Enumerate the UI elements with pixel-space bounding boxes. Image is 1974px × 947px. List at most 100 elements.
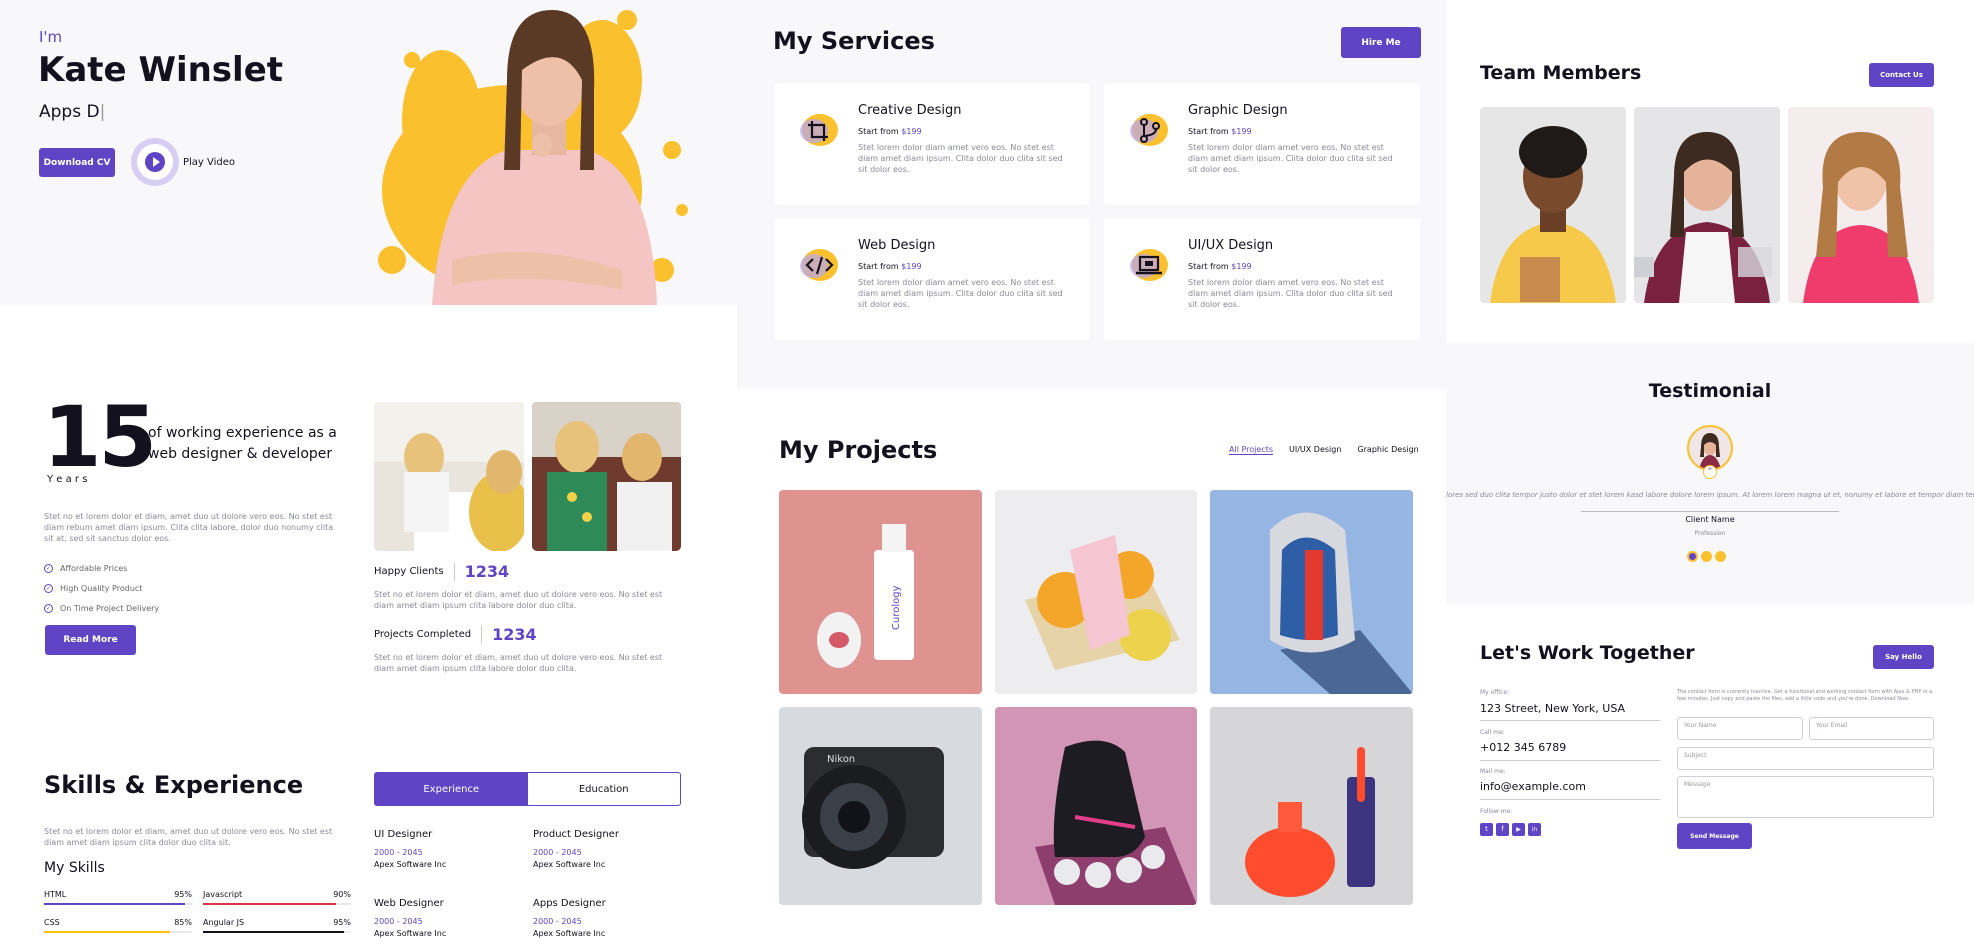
carousel-dots: [1687, 551, 1726, 562]
job-item: UI Designer 2000 - 2045 Apex Software In…: [374, 829, 447, 869]
play-video-label[interactable]: Play Video: [183, 157, 235, 168]
stat-value: 1234: [492, 625, 537, 644]
phone-number: +012 345 6789: [1480, 741, 1567, 754]
service-card[interactable]: UI/UX Design Start from $199 Stet lorem …: [1104, 218, 1420, 340]
project-image-nail-polish[interactable]: [1210, 707, 1413, 905]
stat-value: 1234: [464, 562, 510, 581]
stat-projects-completed: Projects Completed 1234: [374, 625, 537, 644]
contact-us-button[interactable]: Contact Us: [1869, 63, 1934, 87]
skill-angular: Angular JS 95%: [203, 918, 351, 927]
message-textarea[interactable]: Message: [1677, 776, 1934, 818]
team-member-photo[interactable]: [1480, 107, 1626, 303]
filter-all-projects[interactable]: All Projects: [1229, 445, 1273, 455]
team-member-photo[interactable]: [1634, 107, 1780, 303]
office-label: My office:: [1480, 689, 1510, 696]
service-name: Web Design: [858, 238, 936, 253]
check-circle-icon: ✓: [44, 563, 53, 573]
service-card[interactable]: Web Design Start from $199 Stet lorem do…: [774, 218, 1090, 340]
testimonial-divider: [1581, 511, 1839, 512]
email-address: info@example.com: [1480, 780, 1586, 793]
skills-description: Stet no et lorem dolor et diam, amet duo…: [44, 827, 333, 847]
service-price: Start from $199: [858, 262, 922, 271]
skill-bar-css: [44, 931, 192, 933]
about-photo-1: [374, 402, 524, 551]
hero-name: Kate Winslet: [38, 50, 284, 90]
youtube-icon[interactable]: ▶: [1512, 823, 1525, 836]
filter-uiux-design[interactable]: UI/UX Design: [1289, 445, 1341, 455]
project-image-camera[interactable]: Nikon: [779, 707, 982, 905]
carousel-dot[interactable]: [1687, 551, 1698, 562]
service-card[interactable]: Creative Design Start from $199 Stet lor…: [774, 83, 1090, 205]
service-price: Start from $199: [1188, 262, 1252, 271]
skill-bar-angular: [203, 931, 351, 933]
service-description: Stet lorem dolor diam amet vero eos. No …: [858, 143, 1063, 174]
about-photo-2: [532, 402, 681, 551]
filter-graphic-design[interactable]: Graphic Design: [1357, 445, 1418, 455]
say-hello-button[interactable]: Say Hello: [1873, 645, 1934, 669]
project-image-cosmetic-bottle[interactable]: Curology: [779, 490, 982, 694]
skills-title: Skills & Experience: [44, 771, 304, 799]
service-name: Creative Design: [858, 103, 962, 118]
facebook-icon[interactable]: f: [1496, 823, 1509, 836]
play-video-button[interactable]: [131, 138, 179, 186]
service-name: UI/UX Design: [1188, 238, 1274, 253]
project-image-lemons-soap[interactable]: [995, 490, 1197, 694]
stat-description: Stet no et lorem dolor et diam, amet duo…: [374, 590, 663, 610]
feature-item: ✓ High Quality Product: [44, 583, 143, 593]
projects-title: My Projects: [779, 436, 938, 464]
project-image-backpack[interactable]: [1210, 490, 1413, 694]
client-profession: Profession: [1694, 530, 1726, 537]
feature-list: ✓ Affordable Prices ✓ High Quality Product…: [44, 558, 159, 618]
svg-text:Nikon: Nikon: [827, 754, 855, 765]
branch-icon: [1130, 114, 1168, 146]
experience-education-tabs: Experience Education: [374, 772, 681, 806]
feature-item: ✓ Affordable Prices: [44, 563, 128, 573]
stat-label: Happy Clients: [374, 566, 444, 577]
stat-happy-clients: Happy Clients 1234: [374, 562, 509, 581]
team-member-photo[interactable]: [1788, 107, 1934, 303]
experience-text: of working experience as a web designer …: [148, 425, 337, 462]
mail-label: Mail me:: [1480, 768, 1506, 775]
skill-html: HTML 95%: [44, 890, 192, 899]
carousel-dot[interactable]: [1701, 551, 1712, 562]
tab-experience[interactable]: Experience: [375, 773, 528, 805]
service-card[interactable]: Graphic Design Start from $199 Stet lore…: [1104, 83, 1420, 205]
projects-filter: All Projects UI/UX Design Graphic Design: [1229, 445, 1419, 455]
check-circle-icon: ✓: [44, 603, 53, 613]
feature-item: ✓ On Time Project Delivery: [44, 603, 160, 613]
send-message-button[interactable]: Send Message: [1677, 823, 1752, 849]
linkedin-icon[interactable]: in: [1528, 823, 1541, 836]
job-item: Web Designer 2000 - 2045 Apex Software I…: [374, 898, 447, 938]
download-cv-button[interactable]: Download CV: [39, 148, 115, 177]
laptop-icon: [1130, 249, 1168, 281]
hire-me-button[interactable]: Hire Me: [1341, 27, 1421, 58]
hero-typed-text: Apps D|: [39, 102, 106, 122]
contact-divider: [1480, 720, 1660, 721]
name-input[interactable]: Your Name: [1677, 717, 1803, 740]
service-description: Stet lorem dolor diam amet vero eos. No …: [1188, 143, 1393, 174]
service-description: Stet lorem dolor diam amet vero eos. No …: [858, 278, 1063, 309]
years-label: Y e a r s: [47, 474, 88, 485]
client-name: Client Name: [1685, 515, 1735, 524]
tab-education[interactable]: Education: [528, 773, 681, 805]
subject-input[interactable]: Subject: [1677, 747, 1934, 770]
email-input[interactable]: Your Email: [1809, 717, 1934, 740]
testimonial-quote: lores sed duo clita tempor justo dolor e…: [1446, 491, 1974, 499]
my-skills-heading: My Skills: [44, 860, 105, 876]
carousel-dot[interactable]: [1715, 551, 1726, 562]
skill-bar-javascript: [203, 903, 351, 905]
twitter-icon[interactable]: t: [1480, 823, 1493, 836]
read-more-button[interactable]: Read More: [45, 625, 136, 655]
contact-title: Let's Work Together: [1480, 642, 1695, 664]
project-image-rollerblade[interactable]: [995, 707, 1197, 905]
form-note: The contact form is currently inactive. …: [1677, 689, 1933, 702]
skill-javascript: Javascript 90%: [203, 890, 351, 899]
job-item: Apps Designer 2000 - 2045 Apex Software …: [533, 898, 606, 938]
testimonial-section: Testimonial “ lores sed duo clita tempor…: [1446, 343, 1974, 605]
years-number: 15: [43, 388, 157, 486]
service-price: Start from $199: [1188, 127, 1252, 136]
testimonial-title: Testimonial: [1648, 380, 1772, 402]
crop-icon: [800, 114, 838, 146]
team-title: Team Members: [1480, 62, 1642, 84]
services-section: My Services Hire Me Creative Design Star…: [737, 0, 1446, 389]
